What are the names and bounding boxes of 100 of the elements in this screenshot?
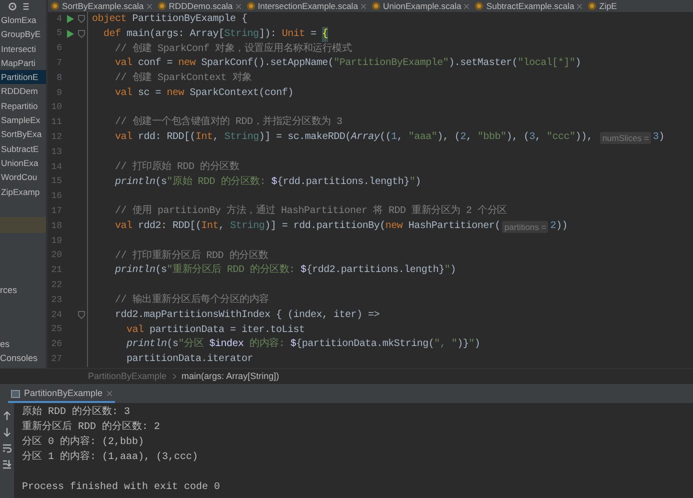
code-token: "local[*]" xyxy=(518,56,576,72)
code-token: "ccc" xyxy=(546,130,576,146)
file-item[interactable]: GlomExa xyxy=(0,13,46,28)
file-item[interactable]: SortByExa xyxy=(0,127,46,142)
code-token: ).setMaster( xyxy=(448,56,518,72)
fold-icon[interactable] xyxy=(78,15,85,24)
code-token: , xyxy=(396,131,404,146)
close-icon[interactable] xyxy=(106,391,112,396)
file-item[interactable]: SampleEx xyxy=(0,113,46,128)
fold-icon[interactable] xyxy=(78,311,85,320)
close-icon[interactable] xyxy=(464,4,470,8)
code-token: $index xyxy=(209,338,244,352)
file-item[interactable]: Intersecti xyxy=(0,42,46,56)
editor-tab[interactable]: SortByExample.scala xyxy=(48,0,155,12)
code-token: val xyxy=(114,56,132,72)
scroll-end-icon[interactable] xyxy=(2,459,12,469)
code-token: , xyxy=(466,131,473,146)
file-item[interactable]: GroupByE xyxy=(0,27,46,42)
code-token: " xyxy=(444,264,450,278)
tab-label: UnionExample.scala xyxy=(383,0,462,12)
code-token: println xyxy=(126,338,167,352)
line-number: 14 xyxy=(50,160,62,174)
close-icon[interactable] xyxy=(146,4,152,8)
code-token: 3 xyxy=(529,131,536,146)
console-line: 分区 1 的内容: (1,aaa), (3,ccc) xyxy=(22,450,200,465)
arrow-down-icon[interactable] xyxy=(3,427,11,437)
object-icon xyxy=(158,2,166,10)
file-item[interactable]: ZipExamp xyxy=(0,184,46,199)
line-number: 7 xyxy=(56,57,62,70)
run-icon[interactable] xyxy=(66,15,74,24)
editor-tab[interactable]: RDDDemo.scala xyxy=(154,0,244,12)
tree-item[interactable]: rces xyxy=(0,282,46,297)
code-token: Array xyxy=(350,131,380,146)
code-token: )} xyxy=(457,338,469,352)
code-token: "bbb" xyxy=(477,130,506,146)
code-token: 2 xyxy=(460,131,466,146)
line-number: 21 xyxy=(50,264,62,278)
code-token: )), xyxy=(575,130,594,146)
console-line: 分区 0 的内容: (2,bbb) xyxy=(22,435,146,450)
file-item[interactable]: UnionExa xyxy=(0,156,46,170)
line-number: 12 xyxy=(50,131,62,144)
code-token: def xyxy=(102,28,121,42)
code-token: 的内容: xyxy=(248,337,286,352)
code-token: , xyxy=(212,131,220,146)
highlight-row xyxy=(0,216,46,233)
file-item[interactable]: MapParti xyxy=(0,56,46,70)
tree-item[interactable]: Consoles xyxy=(0,350,46,365)
fold-icon[interactable] xyxy=(78,30,85,38)
code-token: Int xyxy=(196,131,213,146)
code-token: val xyxy=(114,130,132,146)
code-token: String xyxy=(230,220,265,234)
target-icon[interactable] xyxy=(8,2,17,11)
code-token: $ xyxy=(290,338,296,352)
chevron-icon xyxy=(172,374,176,379)
console-icon xyxy=(11,390,20,398)
line-number: 10 xyxy=(50,101,62,114)
line-number: 16 xyxy=(50,190,62,204)
code-token: // 输出重新分区后每个分区的内容 xyxy=(114,293,269,308)
code-token: String xyxy=(224,28,259,42)
tab-label: IntersectionExample.scala xyxy=(258,0,358,12)
code-token: (s xyxy=(166,338,178,352)
close-icon[interactable] xyxy=(361,4,366,8)
code-token: Unit xyxy=(282,28,305,42)
code-token: rdd: RDD[( xyxy=(137,130,196,146)
code-token: (( xyxy=(380,130,392,146)
arrow-up-icon[interactable] xyxy=(3,411,11,421)
code-token: SparkContext(conf) xyxy=(188,86,294,101)
file-item[interactable]: RDDDem xyxy=(0,84,46,99)
file-item[interactable]: WordCou xyxy=(0,170,46,185)
editor-tab[interactable]: UnionExample.scala xyxy=(369,0,472,12)
file-item[interactable]: Repartitio xyxy=(0,98,46,114)
line-number: 5 xyxy=(56,27,62,40)
code-token: ", " xyxy=(434,338,458,352)
line-number: 6 xyxy=(56,42,62,56)
code-token: ), ( xyxy=(437,130,460,146)
tab-label: ZipE xyxy=(599,0,617,12)
close-icon[interactable] xyxy=(577,4,582,8)
breadcrumb-item[interactable]: main(args: Array[String]) xyxy=(182,370,280,384)
code-token: { xyxy=(322,26,328,42)
code-token: partitionData.iterator xyxy=(126,352,254,368)
run-icon[interactable] xyxy=(66,30,74,38)
line-number: 22 xyxy=(50,278,62,292)
code-token: Int xyxy=(201,220,219,234)
code-token: new xyxy=(166,86,184,101)
editor-tab[interactable]: IntersectionExample.scala xyxy=(244,0,369,12)
line-number: 20 xyxy=(50,249,62,262)
editor-tab[interactable]: SubtractExample.scala xyxy=(472,0,586,12)
file-item[interactable]: SubtractE xyxy=(0,142,46,156)
wrap-icon[interactable] xyxy=(2,443,12,453)
parameter-hint: numSlices = xyxy=(600,132,651,144)
breadcrumb-item[interactable]: PartitionByExample xyxy=(88,370,167,384)
close-icon[interactable] xyxy=(236,4,241,8)
code-token: object xyxy=(92,12,127,27)
editor-tab[interactable]: ZipE xyxy=(585,0,620,12)
code-token: sc = xyxy=(137,86,162,101)
code-token: 1 xyxy=(391,131,397,146)
code-token: new xyxy=(178,57,196,72)
file-item[interactable]: PartitionE xyxy=(0,70,46,84)
tree-item[interactable]: es xyxy=(0,336,46,351)
code-token: "分区 xyxy=(178,337,205,352)
